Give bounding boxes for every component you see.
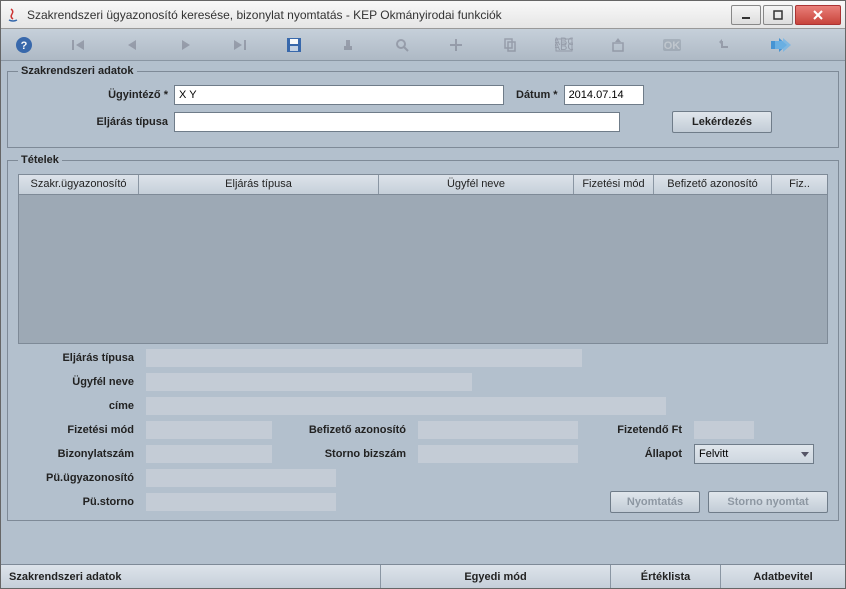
status-szakr[interactable]: Szakrendszeri adatok xyxy=(1,565,381,588)
status-erteklista[interactable]: Értéklista xyxy=(611,565,721,588)
details-panel: Eljárás típusa Ügyfél neve címe Fizetési… xyxy=(18,344,828,514)
statusbar: Szakrendszeri adatok Egyedi mód Értéklis… xyxy=(1,564,845,588)
export-icon[interactable] xyxy=(607,34,629,56)
det-allapot-label: Állapot xyxy=(586,448,686,460)
svg-text:ABC: ABC xyxy=(555,41,573,53)
lekerdezes-button[interactable]: Lekérdezés xyxy=(672,111,772,133)
grid-header: Szakr.ügyazonosító Eljárás típusa Ügyfél… xyxy=(19,175,827,195)
copy-icon[interactable] xyxy=(499,34,521,56)
close-button[interactable] xyxy=(795,5,841,25)
svg-text:?: ? xyxy=(21,40,28,52)
save-icon[interactable] xyxy=(283,34,305,56)
forward-icon[interactable] xyxy=(769,34,791,56)
col-szakrugyazon[interactable]: Szakr.ügyazonosító xyxy=(19,175,139,194)
last-icon[interactable] xyxy=(229,34,251,56)
svg-text:OK: OK xyxy=(664,40,681,52)
det-ugyfel-value xyxy=(146,373,472,391)
det-pustorno-value xyxy=(146,493,336,511)
window-title: Szakrendszeri ügyazonosító keresése, biz… xyxy=(27,8,729,22)
java-icon xyxy=(5,7,21,23)
szakrendszeri-legend: Szakrendszeri adatok xyxy=(18,65,137,77)
datum-input[interactable] xyxy=(564,85,644,105)
det-cime-value xyxy=(146,397,666,415)
det-puugy-label: Pü.ügyazonosító xyxy=(18,472,138,484)
status-adatbevitel[interactable]: Adatbevitel xyxy=(721,565,845,588)
col-befazon[interactable]: Befizető azonosító xyxy=(654,175,772,194)
app-window: Szakrendszeri ügyazonosító keresése, biz… xyxy=(0,0,846,589)
eljaras-input[interactable] xyxy=(174,112,620,132)
prev-icon[interactable] xyxy=(121,34,143,56)
det-eljaras-value xyxy=(146,349,582,367)
maximize-button[interactable] xyxy=(763,5,793,25)
add-icon[interactable] xyxy=(445,34,467,56)
col-fizmod[interactable]: Fizetési mód xyxy=(574,175,654,194)
det-fizmod-value xyxy=(146,421,272,439)
szakrendszeri-fieldset: Szakrendszeri adatok Ügyintéző * Dátum *… xyxy=(7,65,839,148)
content-area: Szakrendszeri adatok Ügyintéző * Dátum *… xyxy=(1,61,845,564)
det-fizft-value xyxy=(694,421,754,439)
det-bizszam-label: Bizonylatszám xyxy=(18,448,138,460)
det-ugyfel-label: Ügyfél neve xyxy=(18,376,138,388)
status-egyedi[interactable]: Egyedi mód xyxy=(381,565,611,588)
det-cime-label: címe xyxy=(18,400,138,412)
chevron-down-icon xyxy=(801,452,809,457)
nyomtatas-button[interactable]: Nyomtatás xyxy=(610,491,700,513)
next-icon[interactable] xyxy=(175,34,197,56)
search-icon[interactable] xyxy=(391,34,413,56)
undo-icon[interactable] xyxy=(715,34,737,56)
storno-nyomtat-button[interactable]: Storno nyomtat xyxy=(708,491,828,513)
datum-label: Dátum * xyxy=(516,89,558,101)
col-ugyfel[interactable]: Ügyfél neve xyxy=(379,175,574,194)
toolbar: ? ABCABC OK xyxy=(1,29,845,61)
allapot-combo-value: Felvitt xyxy=(699,448,728,460)
grid-body[interactable] xyxy=(19,195,827,343)
det-eljaras-label: Eljárás típusa xyxy=(18,352,138,364)
allapot-combo[interactable]: Felvitt xyxy=(694,444,814,464)
det-storno-value xyxy=(418,445,578,463)
abc-icon[interactable]: ABCABC xyxy=(553,34,575,56)
det-puugy-value xyxy=(146,469,336,487)
window-buttons xyxy=(729,5,841,25)
first-icon[interactable] xyxy=(67,34,89,56)
ugyintezo-label: Ügyintéző * xyxy=(18,89,168,101)
det-befazon-label: Befizető azonosító xyxy=(280,424,410,436)
tetelek-fieldset: Tételek Szakr.ügyazonosító Eljárás típus… xyxy=(7,154,839,521)
col-eljaras[interactable]: Eljárás típusa xyxy=(139,175,379,194)
det-fizmod-label: Fizetési mód xyxy=(18,424,138,436)
det-storno-label: Storno bizszám xyxy=(280,448,410,460)
ok-icon[interactable]: OK xyxy=(661,34,683,56)
tetelek-grid[interactable]: Szakr.ügyazonosító Eljárás típusa Ügyfél… xyxy=(18,174,828,344)
det-bizszam-value xyxy=(146,445,272,463)
ugyintezo-input[interactable] xyxy=(174,85,504,105)
minimize-button[interactable] xyxy=(731,5,761,25)
det-pustorno-label: Pü.storno xyxy=(18,496,138,508)
titlebar: Szakrendszeri ügyazonosító keresése, biz… xyxy=(1,1,845,29)
help-icon[interactable]: ? xyxy=(13,34,35,56)
tetelek-legend: Tételek xyxy=(18,154,62,166)
det-fizft-label: Fizetendő Ft xyxy=(586,424,686,436)
det-befazon-value xyxy=(418,421,578,439)
eljaras-label: Eljárás típusa xyxy=(18,116,168,128)
stamp-icon[interactable] xyxy=(337,34,359,56)
col-fiz[interactable]: Fiz.. xyxy=(772,175,827,194)
